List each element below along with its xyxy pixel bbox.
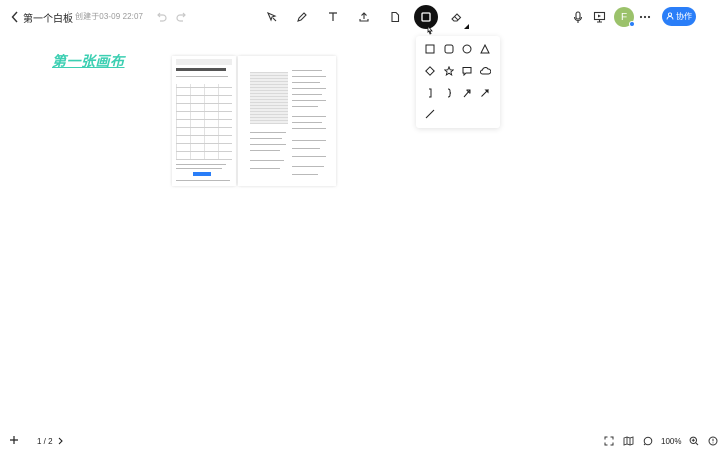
highlight-mark — [193, 172, 211, 176]
brace-shape-icon[interactable] — [442, 86, 456, 100]
text-line — [292, 100, 326, 101]
page-header-bar — [176, 59, 232, 65]
zoom-in-icon[interactable] — [688, 435, 700, 447]
comment-icon[interactable] — [642, 435, 654, 447]
online-status-dot — [629, 21, 635, 27]
text-line — [176, 76, 228, 77]
divider — [68, 11, 69, 22]
collaborate-label: 协作 — [676, 12, 692, 21]
text-line — [292, 70, 322, 71]
curved-arrow-shape-icon[interactable] — [460, 86, 474, 100]
text-line — [250, 144, 286, 145]
previous-page-icon[interactable] — [25, 436, 33, 446]
collaborate-icon — [666, 11, 674, 22]
text-line — [292, 156, 326, 157]
square-shape-icon[interactable] — [423, 42, 437, 56]
upload-icon[interactable] — [354, 8, 374, 26]
triangle-shape-icon[interactable] — [478, 42, 492, 56]
add-page-icon[interactable] — [9, 435, 21, 447]
text-line — [250, 160, 284, 161]
star-shape-icon[interactable] — [442, 64, 456, 78]
redo-icon[interactable] — [176, 11, 188, 23]
text-line — [292, 148, 320, 149]
page-pager: 1 / 2 — [25, 436, 65, 446]
page-figure — [250, 72, 288, 124]
text-line — [292, 122, 322, 123]
zoom-level[interactable]: 100% — [661, 437, 681, 446]
pointer-cursor-icon — [424, 24, 436, 36]
page-title-line — [176, 68, 226, 71]
eraser-icon[interactable] — [446, 8, 466, 26]
top-bar: 第一个白板 创建于03-09 22:07 F 协作 — [0, 0, 728, 36]
pen-icon[interactable] — [292, 8, 312, 26]
map-icon[interactable] — [622, 435, 634, 447]
text-line — [292, 88, 326, 89]
text-line — [292, 174, 318, 175]
presentation-icon[interactable] — [591, 9, 607, 25]
arrow-shape-icon[interactable] — [478, 86, 492, 100]
file-icon[interactable] — [385, 8, 405, 26]
eraser-options-caret[interactable] — [464, 24, 469, 29]
text-line — [292, 116, 326, 117]
created-timestamp: 创建于03-09 22:07 — [75, 12, 144, 21]
microphone-icon[interactable] — [570, 9, 586, 25]
text-icon[interactable] — [323, 8, 343, 26]
text-line — [250, 138, 282, 139]
help-icon[interactable] — [707, 435, 719, 447]
circle-shape-icon[interactable] — [460, 42, 474, 56]
diamond-shape-icon[interactable] — [423, 64, 437, 78]
document-page-thumbnail[interactable] — [172, 56, 236, 186]
canvas-title[interactable]: 第一张画布 — [52, 51, 125, 71]
back-icon[interactable] — [9, 9, 21, 25]
bracket-shape-icon[interactable] — [423, 86, 437, 100]
text-line — [292, 140, 326, 141]
text-line — [292, 76, 326, 77]
text-line — [176, 180, 230, 181]
document-page-thumbnail[interactable] — [238, 56, 336, 186]
text-line — [176, 168, 222, 169]
next-page-icon[interactable] — [57, 436, 65, 446]
board-title[interactable]: 第一个白板 — [23, 10, 73, 25]
page-indicator: 1 / 2 — [37, 436, 53, 446]
text-line — [250, 150, 280, 151]
text-line — [292, 166, 324, 167]
cloud-shape-icon[interactable] — [478, 64, 492, 78]
text-line — [292, 94, 322, 95]
text-line — [176, 164, 226, 165]
undo-icon[interactable] — [155, 11, 167, 23]
collaborate-button[interactable]: 协作 — [662, 7, 696, 26]
speech-bubble-shape-icon[interactable] — [460, 64, 474, 78]
text-line — [292, 128, 326, 129]
select-icon[interactable] — [262, 8, 282, 26]
fit-screen-icon[interactable] — [603, 435, 615, 447]
text-line — [250, 132, 286, 133]
more-icon[interactable] — [637, 9, 653, 25]
text-line — [292, 106, 318, 107]
text-line — [250, 168, 280, 169]
page-table — [176, 84, 232, 160]
line-shape-icon[interactable] — [423, 107, 437, 121]
text-line — [292, 82, 320, 83]
shape-picker-panel — [416, 36, 500, 128]
rounded-square-shape-icon[interactable] — [442, 42, 456, 56]
